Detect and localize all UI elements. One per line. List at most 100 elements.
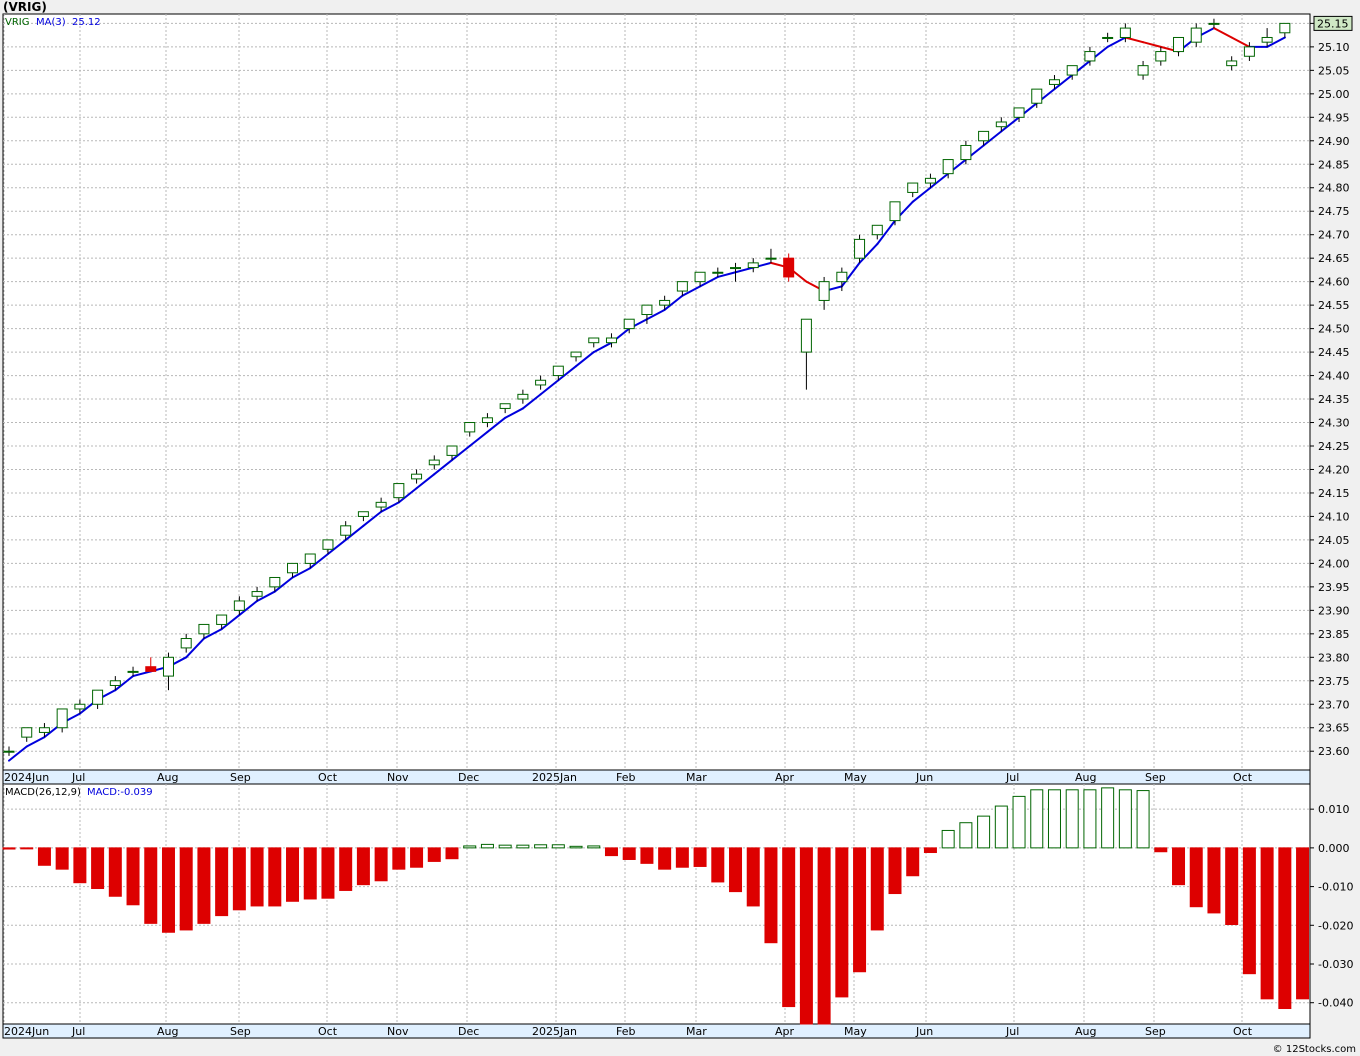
- macd-bar: [835, 847, 849, 998]
- macd-bar: [764, 847, 778, 944]
- price-tick-label: 25.05: [1318, 64, 1350, 77]
- stock-chart-svg: 23.60 23.65 23.70 23.75 23.80 23.85 23.90 23.95…: [2, 13, 1353, 1039]
- macd-bar: [1030, 789, 1044, 849]
- last-price-tag: 25.15: [1313, 15, 1353, 31]
- candle-body: [907, 182, 919, 193]
- macd-bar: [356, 847, 370, 886]
- price-tick-label: 25.10: [1318, 41, 1350, 54]
- month-label-bottom: 2024Jun: [4, 1025, 49, 1038]
- macd-bar: [1278, 847, 1292, 1010]
- candle-body: [800, 318, 812, 353]
- candle-body: [676, 281, 688, 292]
- candle-body: [1173, 36, 1185, 53]
- legend-ticker: VRIG: [5, 17, 30, 28]
- price-tick-label: 23.90: [1318, 604, 1350, 617]
- candle-body: [588, 337, 600, 344]
- candle-body: [393, 483, 405, 499]
- candle-body: [1155, 51, 1167, 62]
- macd-bar: [675, 847, 689, 868]
- month-label: Apr: [775, 771, 795, 784]
- macd-bar: [622, 847, 636, 860]
- macd-bar: [1101, 787, 1115, 849]
- macd-bar: [144, 847, 158, 924]
- macd-bar: [1172, 847, 1186, 886]
- month-label: Sep: [1145, 771, 1166, 784]
- price-tick-label: 24.05: [1318, 534, 1350, 547]
- macd-bar: [1012, 795, 1026, 849]
- macd-bar: [640, 847, 654, 864]
- macd-tick-label: 0.000: [1318, 842, 1350, 855]
- month-label-bottom: Oct: [318, 1025, 338, 1038]
- price-tick-label: 24.25: [1318, 440, 1350, 453]
- candle-body: [446, 445, 458, 456]
- candle-body: [995, 121, 1007, 128]
- candle-body: [322, 539, 334, 550]
- macd-bar: [73, 847, 87, 884]
- candle-body: [1243, 46, 1255, 57]
- macd-tick-label: 0.010: [1318, 803, 1350, 816]
- month-label: Oct: [1233, 771, 1253, 784]
- candle-body: [1031, 88, 1043, 104]
- month-label: Oct: [318, 771, 338, 784]
- candle-body: [481, 417, 493, 424]
- candle-body: [1137, 65, 1149, 76]
- candle-body: [783, 257, 795, 278]
- month-label: Jul: [71, 771, 85, 784]
- macd-bar: [179, 847, 193, 931]
- macd-tick-label: -0.040: [1318, 997, 1353, 1010]
- month-label-bottom: May: [844, 1025, 867, 1038]
- month-label: Dec: [458, 771, 479, 784]
- month-label-bottom: Jul: [71, 1025, 85, 1038]
- month-label-bottom: Jun: [915, 1025, 933, 1038]
- price-tick-label: 24.95: [1318, 111, 1350, 124]
- credit-text: © 12Stocks.com: [1272, 1044, 1356, 1055]
- price-tick-label: 24.50: [1318, 323, 1350, 336]
- candle-body: [233, 600, 245, 611]
- price-tick-label: 23.80: [1318, 651, 1350, 664]
- month-label: Jul: [1005, 771, 1019, 784]
- candle-body: [109, 680, 121, 686]
- price-tick-label: 24.40: [1318, 370, 1350, 383]
- candle-body: [92, 689, 104, 705]
- macd-bar: [604, 847, 618, 857]
- price-tick-label: 24.45: [1318, 346, 1350, 359]
- macd-bar: [693, 847, 707, 867]
- candle-body: [978, 130, 990, 142]
- macd-bar: [516, 844, 530, 849]
- month-label: Nov: [387, 771, 409, 784]
- candle-body: [1190, 27, 1202, 43]
- macd-tick-label: -0.010: [1318, 881, 1353, 894]
- price-panel-frame: [2, 13, 1311, 771]
- macd-bar: [232, 847, 246, 911]
- month-label: Mar: [686, 771, 707, 784]
- candle-body: [694, 271, 706, 283]
- candle-body: [38, 727, 50, 733]
- macd-bar: [923, 847, 937, 854]
- macd-bar: [498, 844, 512, 849]
- month-label-bottom: Sep: [230, 1025, 251, 1038]
- candle-body: [56, 708, 68, 729]
- macd-bar: [1154, 847, 1168, 853]
- legend-ma-label: MA(3): [36, 17, 66, 28]
- price-tick-label: 24.65: [1318, 252, 1350, 265]
- macd-bar: [91, 847, 105, 890]
- macd-bar: [2, 847, 16, 850]
- macd-bar: [1083, 789, 1097, 849]
- month-label-bottom: Oct: [1233, 1025, 1253, 1038]
- macd-bar: [870, 847, 884, 931]
- candle-body: [818, 281, 830, 301]
- macd-legend-value: MACD:-0.039: [87, 787, 153, 798]
- candle-body: [145, 666, 157, 672]
- macd-bar: [534, 844, 548, 849]
- candle-body: [836, 271, 848, 283]
- macd-tick-label: -0.020: [1318, 919, 1353, 932]
- macd-bar: [711, 847, 725, 883]
- candle-body: [3, 750, 15, 753]
- month-label-bottom: Feb: [616, 1025, 635, 1038]
- bottom-date-strip: [2, 1023, 1311, 1039]
- month-label-bottom: Dec: [458, 1025, 479, 1038]
- macd-bar: [286, 847, 300, 902]
- price-tick-label: 24.15: [1318, 487, 1350, 500]
- macd-bar: [1136, 790, 1150, 849]
- price-tick-label: 24.80: [1318, 182, 1350, 195]
